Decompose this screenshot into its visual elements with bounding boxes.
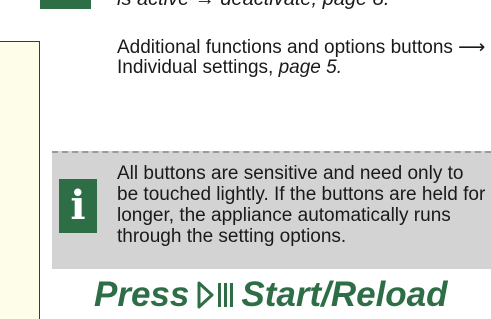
press-instruction: Press Start/Reload: [94, 275, 491, 315]
info-note-text: All buttons are sensitive and need only …: [117, 163, 486, 247]
functions-page-ref: page 5.: [278, 57, 342, 78]
info-note: i All buttons are sensitive and need onl…: [52, 151, 491, 269]
functions-paragraph: Additional functions and options buttons…: [117, 38, 487, 78]
info-icon-glyph: i: [70, 182, 86, 229]
top-text-italic: deactivate, page 8.: [220, 0, 389, 10]
top-cutoff-text: is active → deactivate, page 8.: [117, 0, 491, 11]
press-word: Press: [94, 275, 190, 314]
top-green-block: [40, 0, 91, 9]
top-text-start: is active →: [117, 0, 220, 10]
info-icon: i: [59, 179, 97, 233]
left-side-panel: [0, 41, 40, 319]
start-reload-label: Start/Reload: [241, 275, 448, 314]
start-reload-icon: [197, 281, 234, 309]
